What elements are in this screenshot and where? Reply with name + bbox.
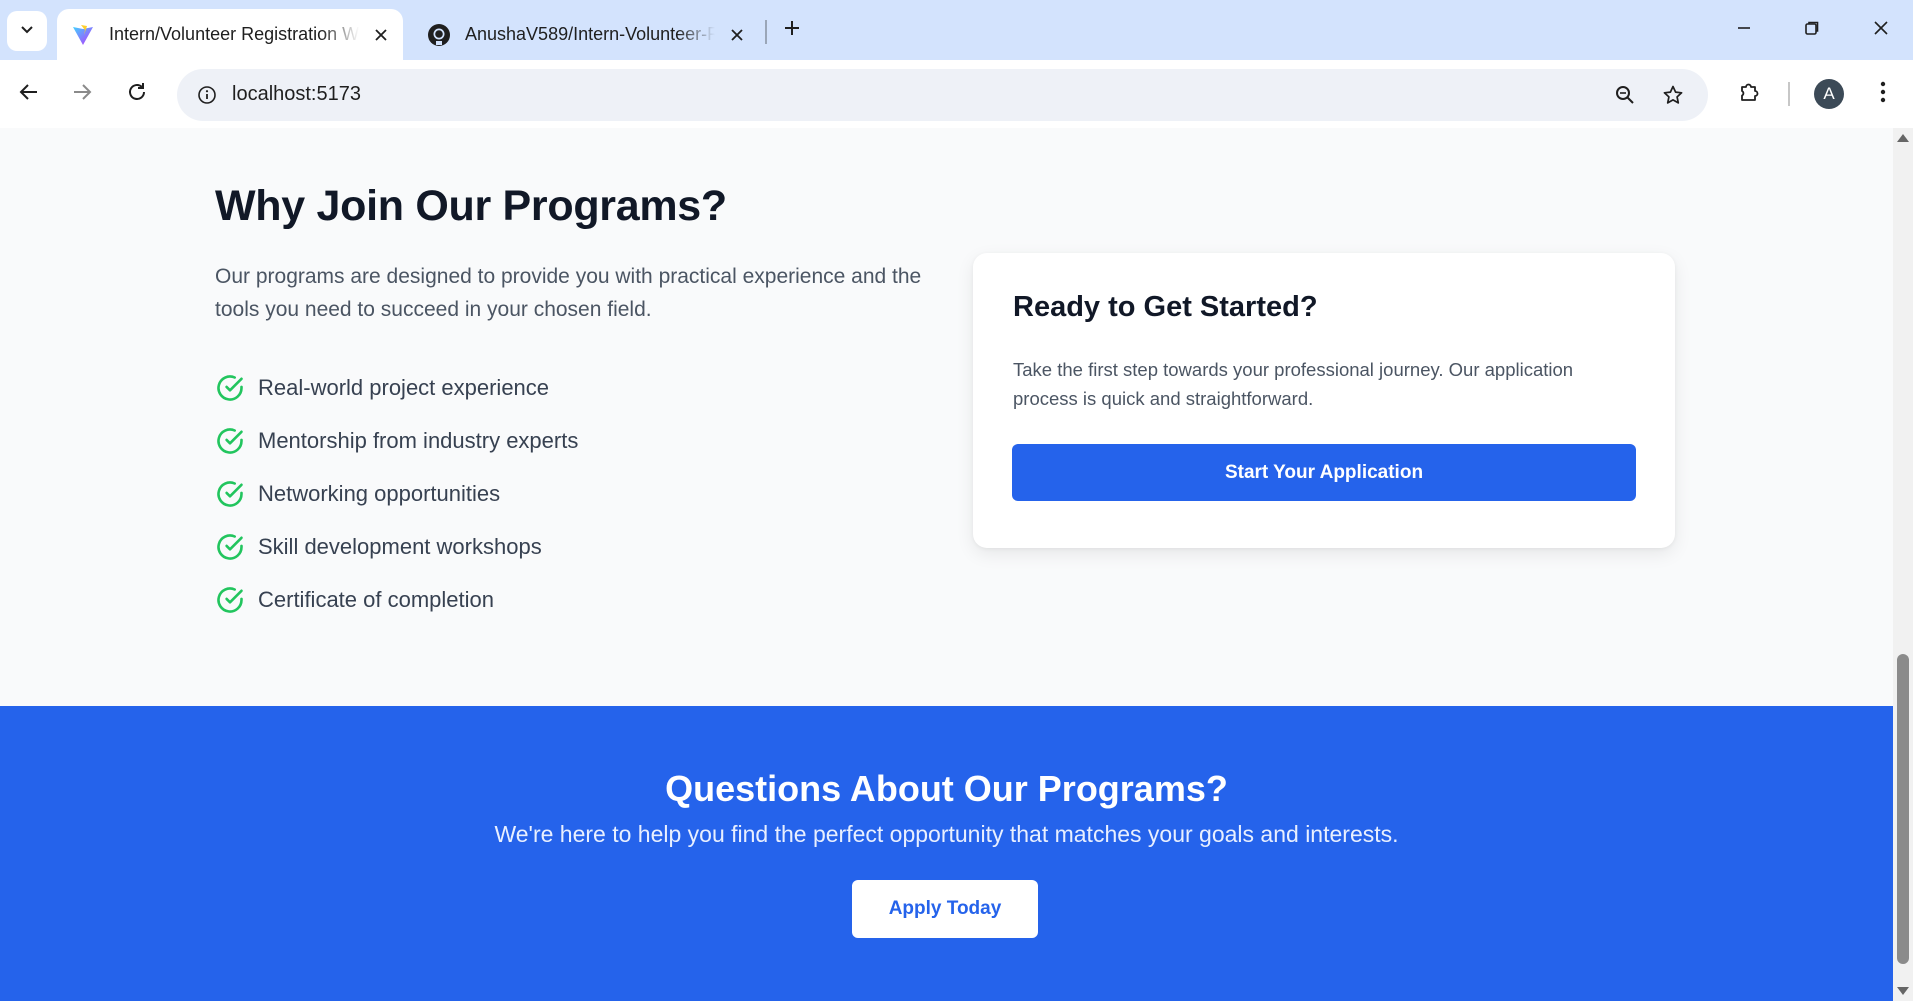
address-bar[interactable]: localhost:5173: [177, 69, 1708, 121]
apply-today-button[interactable]: Apply Today: [852, 880, 1038, 938]
benefit-label: Skill development workshops: [258, 533, 542, 559]
reload-button[interactable]: [115, 72, 159, 116]
benefits-list: Real-world project experience Mentorship…: [215, 361, 578, 626]
close-icon: [1873, 20, 1889, 41]
restore-icon: [1804, 20, 1820, 41]
restore-button[interactable]: [1790, 12, 1834, 48]
new-tab-button[interactable]: [775, 13, 809, 47]
start-application-button[interactable]: Start Your Application: [1012, 444, 1636, 501]
tab-inactive[interactable]: AnushaV589/Intern-Volunteer-R: [413, 9, 753, 60]
scroll-down-arrow-icon[interactable]: [1897, 987, 1909, 995]
arrow-right-icon: [71, 81, 93, 108]
tab-active[interactable]: Intern/Volunteer Registration W: [57, 9, 403, 60]
get-started-text: Take the first step towards your profess…: [1013, 359, 1574, 409]
scroll-up-arrow-icon[interactable]: [1897, 134, 1909, 142]
avatar: A: [1814, 79, 1844, 109]
browser-menu-button[interactable]: [1861, 72, 1905, 116]
extensions-button[interactable]: [1728, 72, 1772, 116]
tab-search-button[interactable]: [7, 11, 47, 51]
check-circle-icon: [215, 532, 245, 562]
close-tab-icon[interactable]: [367, 21, 395, 49]
page-viewport: Why Join Our Programs? Our programs are …: [0, 128, 1893, 1001]
questions-heading: Questions About Our Programs?: [665, 768, 1228, 809]
scrollbar-thumb[interactable]: [1897, 654, 1909, 964]
questions-section: Questions About Our Programs? We're here…: [0, 706, 1893, 1001]
tab-strip: Intern/Volunteer Registration W AnushaV5…: [0, 0, 1913, 60]
toolbar-divider: [1788, 82, 1790, 106]
back-button[interactable]: [7, 72, 51, 116]
plus-icon: [783, 19, 801, 42]
why-join-description: Our programs are designed to provide you…: [215, 265, 922, 321]
browser-toolbar: localhost:5173 A: [0, 60, 1913, 128]
address-url[interactable]: localhost:5173: [232, 83, 361, 106]
benefit-item: Networking opportunities: [215, 467, 578, 520]
benefit-item: Certificate of completion: [215, 573, 578, 626]
puzzle-icon: [1738, 80, 1762, 109]
arrow-left-icon: [18, 81, 40, 108]
bookmark-star-icon[interactable]: [1655, 77, 1691, 113]
site-info-icon[interactable]: [189, 77, 225, 113]
reload-icon: [126, 81, 148, 108]
questions-text: We're here to help you find the perfect …: [494, 821, 1399, 847]
kebab-menu-icon: [1880, 81, 1886, 108]
tab-separator: [765, 20, 767, 44]
benefit-label: Certificate of completion: [258, 586, 494, 612]
close-tab-icon[interactable]: [723, 21, 751, 49]
tab-title: Intern/Volunteer Registration W: [109, 24, 359, 44]
check-circle-icon: [215, 426, 245, 456]
benefit-label: Mentorship from industry experts: [258, 427, 579, 453]
close-window-button[interactable]: [1859, 12, 1903, 48]
benefit-item: Real-world project experience: [215, 361, 578, 414]
minimize-icon: [1736, 20, 1752, 41]
why-join-heading: Why Join Our Programs?: [215, 182, 727, 230]
github-icon: [427, 23, 451, 47]
check-circle-icon: [215, 373, 245, 403]
minimize-button[interactable]: [1722, 12, 1766, 48]
get-started-card: Ready to Get Started? Take the first ste…: [973, 253, 1675, 548]
get-started-heading: Ready to Get Started?: [1013, 291, 1318, 323]
vite-logo-icon: [71, 23, 95, 47]
benefit-label: Networking opportunities: [258, 480, 501, 506]
zoom-icon[interactable]: [1607, 77, 1643, 113]
tab-title: AnushaV589/Intern-Volunteer-R: [465, 24, 715, 44]
check-circle-icon: [215, 585, 245, 615]
chevron-down-icon: [19, 21, 35, 42]
profile-button[interactable]: A: [1807, 72, 1851, 116]
forward-button[interactable]: [60, 72, 104, 116]
page-scrollbar[interactable]: [1893, 128, 1913, 1001]
benefit-item: Skill development workshops: [215, 520, 578, 573]
benefit-label: Real-world project experience: [258, 374, 550, 400]
check-circle-icon: [215, 479, 245, 509]
benefit-item: Mentorship from industry experts: [215, 414, 578, 467]
